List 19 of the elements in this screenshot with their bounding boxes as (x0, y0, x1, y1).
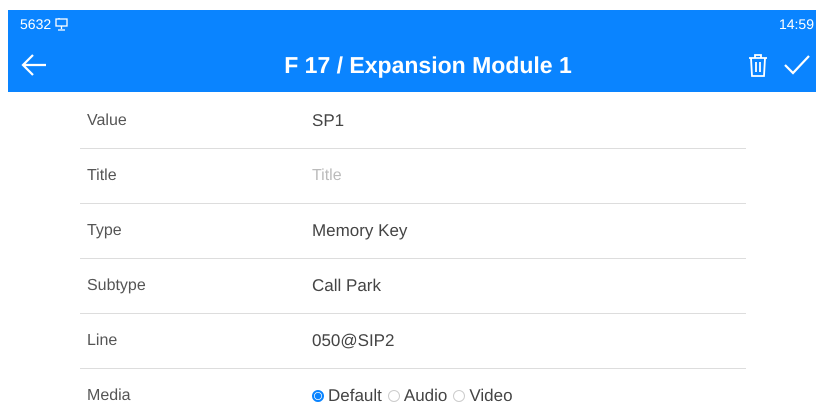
back-arrow-icon[interactable] (20, 53, 48, 77)
field-label: Type (86, 222, 123, 240)
field-label: Media (86, 387, 132, 405)
field-value[interactable]: SP1 (312, 111, 344, 131)
field-value[interactable]: Memory Key (312, 221, 408, 241)
radio-option[interactable]: Video (453, 386, 513, 406)
extension-number: 5632 (20, 16, 52, 32)
field-label: Title (86, 167, 118, 185)
radio-option[interactable]: Default (312, 386, 382, 406)
field-label: Value (86, 112, 128, 130)
status-time: 14:59 (778, 16, 814, 32)
page-title: F 17 / Expansion Module 1 (283, 52, 573, 78)
field-label: Line (86, 332, 118, 350)
checkmark-icon[interactable] (784, 55, 810, 75)
radio-option[interactable]: Audio (388, 386, 448, 406)
field-value[interactable]: 050@SIP2 (312, 331, 394, 351)
trash-icon[interactable] (748, 53, 768, 77)
field-label: Subtype (86, 277, 147, 295)
field-value[interactable]: Call Park (312, 276, 381, 296)
